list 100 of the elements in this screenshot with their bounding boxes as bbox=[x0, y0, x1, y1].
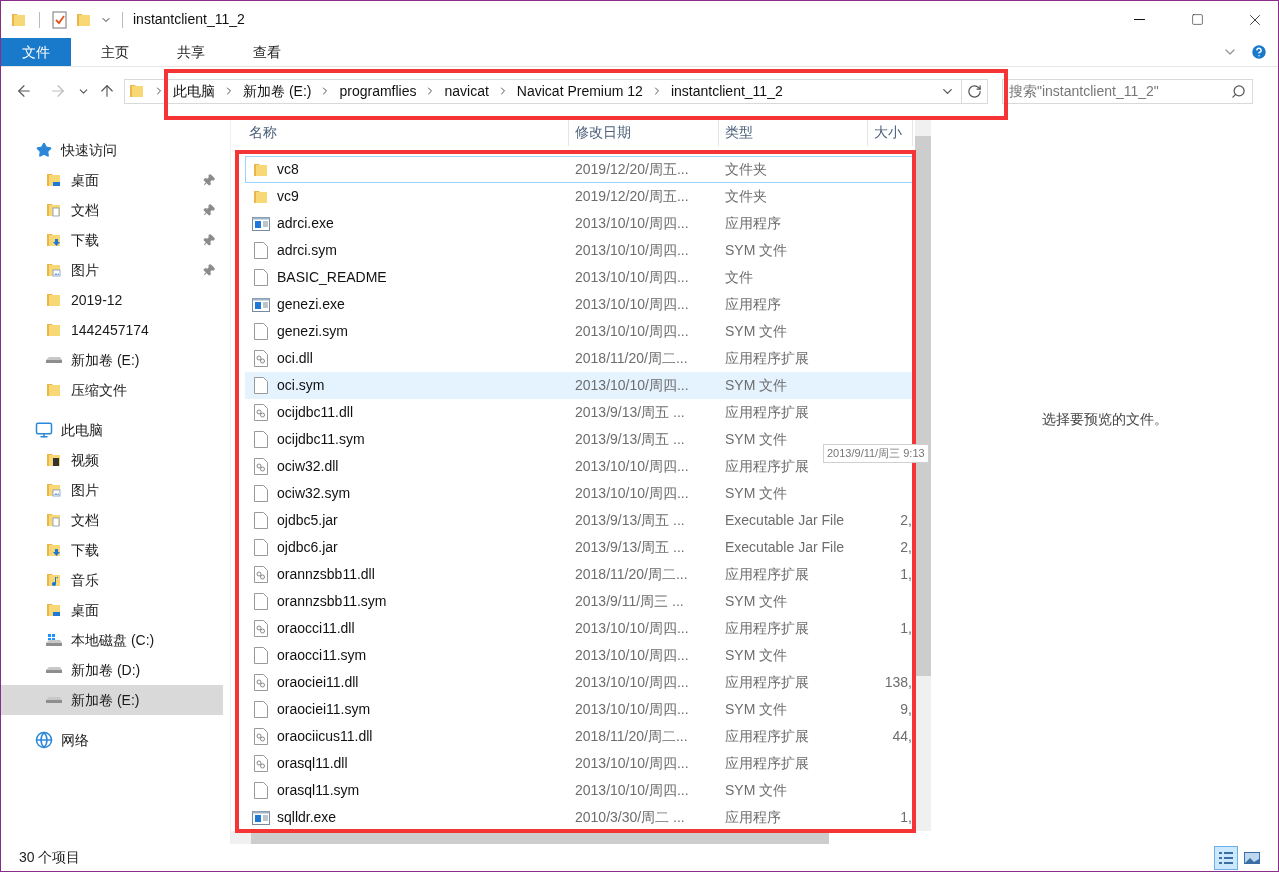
date-cell-text: 2013/10/10/周四... bbox=[574, 754, 690, 773]
type-cell-text: SYM 文件 bbox=[724, 781, 789, 800]
nav-label: 桌面 bbox=[71, 600, 100, 620]
type-cell-text: 应用程序扩展 bbox=[724, 565, 810, 584]
nav-label: 新加卷 (E:) bbox=[71, 350, 141, 370]
type-cell-text: SYM 文件 bbox=[724, 376, 789, 395]
date-cell-text: 2013/10/10/周四... bbox=[574, 673, 690, 692]
type-cell-text: SYM 文件 bbox=[724, 430, 789, 449]
date-cell-text: 2019/12/20/周五... bbox=[574, 160, 690, 179]
item-count: 30 个项目 bbox=[19, 848, 81, 867]
date-cell-text: 2018/11/20/周二... bbox=[574, 565, 689, 584]
file-name: ocijdbc11.sym bbox=[277, 430, 365, 449]
nav-label: 视频 bbox=[71, 450, 100, 470]
file-name: vc8 bbox=[277, 160, 299, 179]
file-name: ociw32.dll bbox=[277, 457, 339, 476]
type-cell-text: 应用程序扩展 bbox=[724, 673, 810, 692]
date-cell-text: 2013/10/10/周四... bbox=[574, 484, 690, 503]
file-name: ojdbc6.jar bbox=[277, 538, 338, 557]
size-cell-text: 1, bbox=[900, 619, 912, 638]
date-cell-text: 2013/9/13/周五 ... bbox=[574, 538, 686, 557]
date-cell-text: 2013/10/10/周四... bbox=[574, 619, 690, 638]
date-cell-text: 2013/9/13/周五 ... bbox=[574, 511, 686, 530]
preview-message: 选择要预览的文件。 bbox=[1041, 410, 1168, 429]
file-name: BASIC_README bbox=[277, 268, 387, 287]
size-cell-text: 2, bbox=[900, 511, 912, 530]
date-cell-text: 2013/10/10/周四... bbox=[574, 214, 690, 233]
size-cell-text: 138, bbox=[884, 673, 912, 692]
nav-label: 新加卷 (E:) bbox=[71, 690, 141, 710]
date-cell-text: 2018/11/20/周二... bbox=[574, 727, 689, 746]
nav-label: 桌面 bbox=[71, 170, 100, 190]
file-name: orannzsbb11.dll bbox=[277, 565, 375, 584]
size-cell-text: 1, bbox=[900, 565, 912, 584]
date-cell-text: 2010/3/30/周二 ... bbox=[574, 808, 686, 827]
date-cell-text: 2013/10/10/周四... bbox=[574, 700, 690, 719]
type-cell-text: 文件夹 bbox=[724, 160, 768, 179]
file-name: orasql11.dll bbox=[277, 754, 348, 773]
file-name: oci.sym bbox=[277, 376, 325, 395]
file-name: ojdbc5.jar bbox=[277, 511, 338, 530]
nav-label: 新加卷 (D:) bbox=[71, 660, 142, 680]
size-cell-text: 44, bbox=[892, 727, 912, 746]
type-cell-text: 应用程序扩展 bbox=[724, 754, 810, 773]
file-name: orannzsbb11.sym bbox=[277, 592, 387, 611]
size-cell-text: 2, bbox=[900, 538, 912, 557]
file-name: sqlldr.exe bbox=[277, 808, 337, 827]
nav-label: 2019-12 bbox=[71, 290, 124, 310]
type-cell-text: 应用程序扩展 bbox=[724, 727, 810, 746]
size-cell-text: 1, bbox=[900, 808, 912, 827]
type-cell-text: 文件 bbox=[724, 268, 754, 287]
window-title: instantclient_11_2 bbox=[133, 10, 246, 29]
date-cell-text: 2018/11/20/周二... bbox=[574, 349, 689, 368]
date-cell-text: 2013/10/10/周四... bbox=[574, 322, 690, 341]
type-cell-text: 应用程序扩展 bbox=[724, 349, 810, 368]
file-name: vc9 bbox=[277, 187, 299, 206]
file-name: orasql11.sym bbox=[277, 781, 360, 800]
file-name: adrci.sym bbox=[277, 241, 337, 260]
nav-label: 网络 bbox=[61, 730, 90, 750]
file-name: oraociei11.dll bbox=[277, 673, 359, 692]
nav-label: 下载 bbox=[71, 230, 100, 250]
nav-label: 压缩文件 bbox=[71, 380, 128, 400]
nav-label: 音乐 bbox=[71, 570, 100, 590]
type-cell-text: 应用程序扩展 bbox=[724, 619, 810, 638]
nav-label: 下载 bbox=[71, 540, 100, 560]
nav-label: 快速访问 bbox=[61, 140, 118, 160]
type-cell-text: SYM 文件 bbox=[724, 322, 789, 341]
type-cell-text: 应用程序扩展 bbox=[724, 403, 810, 422]
file-name: genezi.sym bbox=[277, 322, 348, 341]
date-cell-text: 2019/12/20/周五... bbox=[574, 187, 690, 206]
nav-label: 图片 bbox=[71, 260, 100, 280]
file-name: oraocci11.sym bbox=[277, 646, 367, 665]
date-cell-text: 2013/9/11/周三 ... bbox=[574, 592, 685, 611]
type-cell-text: 文件夹 bbox=[724, 187, 768, 206]
date-cell-text: 2013/10/10/周四... bbox=[574, 376, 690, 395]
nav-label: 图片 bbox=[71, 480, 100, 500]
date-cell-text: 2013/10/10/周四... bbox=[574, 241, 690, 260]
nav-label: 文档 bbox=[71, 200, 100, 220]
type-cell-text: SYM 文件 bbox=[724, 484, 789, 503]
type-cell-text: SYM 文件 bbox=[724, 592, 789, 611]
file-name: ociw32.sym bbox=[277, 484, 351, 503]
file-name: oraociei11.sym bbox=[277, 700, 371, 719]
type-cell-text: Executable Jar File bbox=[724, 538, 846, 557]
nav-label: 1442457174 bbox=[71, 320, 150, 340]
file-name: oraocci11.dll bbox=[277, 619, 355, 638]
type-cell-text: SYM 文件 bbox=[724, 646, 789, 665]
type-cell-text: 应用程序 bbox=[724, 214, 782, 233]
file-name: oraociicus11.dll bbox=[277, 727, 373, 746]
file-name: ocijdbc11.dll bbox=[277, 403, 353, 422]
tooltip: 2013/9/11/周三 9:13 bbox=[823, 444, 929, 463]
date-cell-text: 2013/10/10/周四... bbox=[574, 268, 690, 287]
nav-label: 此电脑 bbox=[61, 420, 104, 440]
file-name: genezi.exe bbox=[277, 295, 345, 314]
date-cell-text: 2013/10/10/周四... bbox=[574, 295, 690, 314]
type-cell-text: 应用程序扩展 bbox=[724, 457, 810, 476]
date-cell-text: 2013/10/10/周四... bbox=[574, 646, 690, 665]
nav-label: 本地磁盘 (C:) bbox=[71, 630, 156, 650]
type-cell-text: SYM 文件 bbox=[724, 241, 789, 260]
type-cell-text: 应用程序 bbox=[724, 295, 782, 314]
nav-label: 文档 bbox=[71, 510, 100, 530]
date-cell-text: 2013/9/13/周五 ... bbox=[574, 403, 686, 422]
date-cell-text: 2013/9/13/周五 ... bbox=[574, 430, 686, 449]
file-name: oci.dll bbox=[277, 349, 313, 368]
